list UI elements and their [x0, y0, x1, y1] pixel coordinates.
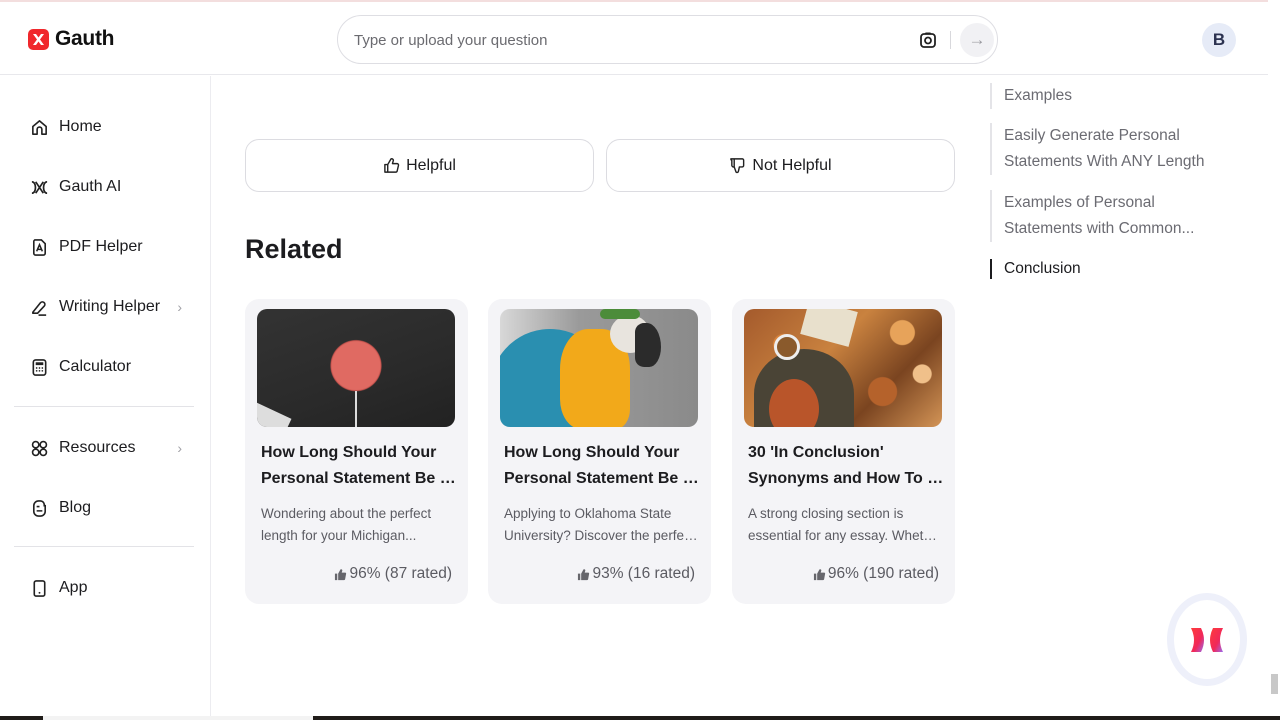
smart-speaker-photo	[257, 309, 455, 427]
search-divider	[950, 31, 951, 49]
taskbar-item	[43, 716, 313, 720]
card-rating: 93% (16 rated)	[577, 565, 695, 583]
sidebar-item-blog[interactable]: Blog	[30, 496, 190, 520]
grid-icon	[31, 440, 48, 456]
helpful-button[interactable]: Helpful	[245, 139, 594, 192]
top-header: Gauth → B	[0, 2, 1268, 75]
sidebar-item-resources[interactable]: Resources ›	[30, 436, 190, 460]
send-button[interactable]: →	[960, 23, 994, 57]
card-rating: 96% (190 rated)	[813, 565, 939, 583]
calculator-icon	[32, 358, 47, 376]
card-description: A strong closing section is essential fo…	[748, 506, 944, 543]
toc-item-examples-common[interactable]: Examples of Personal Statements with Com…	[990, 190, 1220, 242]
gauth-logo-icon	[28, 28, 49, 50]
gauth-ai-logo-icon	[1191, 627, 1223, 652]
sidebar-item-label: App	[59, 579, 88, 596]
related-heading: Related	[245, 234, 343, 264]
card-title: How Long Should Your Personal Statement …	[504, 444, 700, 487]
page-scrollbar[interactable]	[1268, 0, 1280, 716]
sidebar-item-calculator[interactable]: Calculator	[30, 355, 190, 379]
card-rating: 96% (87 rated)	[334, 565, 452, 583]
autumn-reading-photo	[744, 309, 942, 427]
arrow-right-icon: →	[968, 30, 986, 49]
chevron-right-icon: ›	[177, 440, 182, 456]
thumbs-down-icon	[730, 158, 745, 174]
related-card[interactable]: 30 'In Conclusion' Synonyms and How To U…	[732, 299, 955, 604]
sidebar-item-pdf-helper[interactable]: PDF Helper	[30, 235, 190, 259]
taskbar-strip	[0, 716, 1280, 720]
sidebar-item-app[interactable]: App	[30, 576, 190, 600]
search-bar: →	[337, 15, 998, 64]
gauth-ai-floating-button[interactable]	[1167, 593, 1247, 686]
chevron-right-icon: ›	[177, 299, 182, 315]
sidebar-item-label: Resources	[59, 439, 136, 456]
helpful-label: Helpful	[406, 156, 456, 174]
thumbs-up-filled-icon	[813, 568, 825, 580]
card-description: Wondering about the perfect length for y…	[261, 506, 432, 543]
not-helpful-label: Not Helpful	[752, 156, 832, 174]
not-helpful-button[interactable]: Not Helpful	[606, 139, 955, 192]
card-description: Applying to Oklahoma State University? D…	[504, 506, 700, 543]
camera-icon[interactable]	[918, 30, 938, 50]
related-card[interactable]: How Long Should Your Personal Statement …	[488, 299, 711, 604]
home-icon	[32, 119, 47, 135]
sidebar-item-writing-helper[interactable]: Writing Helper ›	[30, 295, 190, 319]
thumbs-up-filled-icon	[335, 568, 347, 580]
main-content: Helpful Not Helpful Related How Long Sho…	[211, 76, 981, 720]
sidebar-divider	[14, 406, 194, 407]
thumbs-up-filled-icon	[578, 568, 590, 580]
sidebar-item-label: Calculator	[59, 358, 132, 375]
gauth-ai-icon	[31, 180, 48, 194]
sidebar-item-gauth-ai[interactable]: Gauth AI	[30, 175, 190, 199]
sidebar-item-label: Home	[59, 118, 102, 135]
sidebar-item-label: Blog	[59, 499, 92, 516]
parrot-photo	[500, 309, 698, 427]
card-title: How Long Should Your Personal Statement …	[261, 444, 457, 487]
phone-icon	[33, 579, 46, 597]
blog-icon	[32, 499, 47, 517]
sidebar: Home Gauth AI PDF Helper Writing Helper …	[0, 76, 211, 720]
pdf-icon	[32, 238, 47, 256]
brand-name: Gauth	[55, 27, 115, 50]
pen-icon	[32, 300, 47, 316]
related-card[interactable]: How Long Should Your Personal Statement …	[245, 299, 468, 604]
toc-item-generate[interactable]: Easily Generate Personal Statements With…	[990, 123, 1220, 175]
sidebar-divider	[14, 546, 194, 547]
thumbs-up-icon	[384, 158, 400, 173]
sidebar-item-home[interactable]: Home	[30, 115, 190, 139]
sidebar-item-label: PDF Helper	[59, 238, 143, 255]
toc-item-conclusion[interactable]: Conclusion	[990, 259, 1220, 279]
sidebar-item-label: Gauth AI	[59, 178, 122, 195]
question-input[interactable]	[354, 28, 894, 52]
user-avatar[interactable]: B	[1202, 23, 1236, 57]
sidebar-item-label: Writing Helper	[59, 298, 161, 315]
gauth-logo[interactable]: Gauth	[28, 27, 114, 51]
toc-item-examples[interactable]: Examples	[990, 83, 1220, 109]
card-title: 30 'In Conclusion' Synonyms and How To U…	[748, 444, 944, 487]
scrollbar-thumb[interactable]	[1271, 674, 1278, 694]
